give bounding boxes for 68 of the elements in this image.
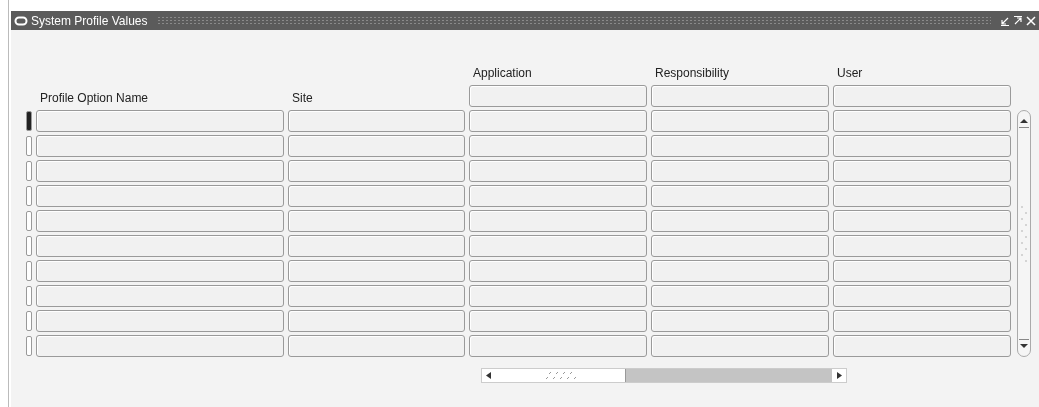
input-field[interactable] [36,335,284,357]
input-field[interactable] [833,160,1011,182]
input-field[interactable] [288,260,465,282]
input-field[interactable] [288,210,465,232]
input-field[interactable] [469,310,647,332]
column-header: Responsibility [654,65,731,82]
input-field[interactable] [833,285,1011,307]
input-field[interactable] [288,310,465,332]
input-field[interactable] [469,210,647,232]
input-field[interactable] [651,110,829,132]
input-field[interactable] [833,310,1011,332]
input-field[interactable] [469,335,647,357]
column-header: User [836,65,864,82]
scroll-grip-icon[interactable] [1021,203,1027,264]
vertical-scrollbar[interactable] [1017,110,1031,357]
column-header: Profile Option Name [39,90,150,107]
input-field[interactable] [36,285,284,307]
input-field[interactable] [36,235,284,257]
scroll-thumb[interactable] [496,369,626,382]
close-icon[interactable] [1026,15,1036,26]
input-field[interactable] [288,235,465,257]
input-field[interactable] [36,260,284,282]
input-field[interactable] [833,85,1011,107]
input-field[interactable] [651,160,829,182]
maximize-icon[interactable] [1013,15,1023,26]
input-field[interactable] [833,235,1011,257]
input-field[interactable] [469,260,647,282]
input-field[interactable] [833,260,1011,282]
input-field[interactable] [469,160,647,182]
input-field[interactable] [651,310,829,332]
input-field[interactable] [469,185,647,207]
input-field[interactable] [36,185,284,207]
input-field[interactable] [469,110,647,132]
column-header: Application [472,65,533,82]
input-field[interactable] [288,135,465,157]
input-field[interactable] [36,310,284,332]
input-field[interactable] [469,135,647,157]
input-field[interactable] [833,185,1011,207]
input-field[interactable] [651,260,829,282]
record-indicator[interactable] [26,111,32,131]
column-header: Site [291,90,314,107]
input-field[interactable] [469,285,647,307]
input-field[interactable] [651,335,829,357]
input-field[interactable] [651,210,829,232]
input-field[interactable] [288,285,465,307]
input-field[interactable] [651,135,829,157]
minimize-icon[interactable] [1000,15,1010,26]
input-field[interactable] [36,135,284,157]
input-field[interactable] [36,110,284,132]
input-field[interactable] [833,210,1011,232]
input-field[interactable] [651,185,829,207]
input-field[interactable] [469,235,647,257]
input-field[interactable] [469,85,647,107]
window-icon [14,15,28,26]
input-field[interactable] [651,235,829,257]
horizontal-scrollbar[interactable] [481,368,847,383]
input-field[interactable] [833,110,1011,132]
input-field[interactable] [288,185,465,207]
input-field[interactable] [36,160,284,182]
input-field[interactable] [651,285,829,307]
input-field[interactable] [288,160,465,182]
input-field[interactable] [288,335,465,357]
input-field[interactable] [651,85,829,107]
input-field[interactable] [36,210,284,232]
input-field[interactable] [288,110,465,132]
input-field[interactable] [833,135,1011,157]
input-field[interactable] [833,335,1011,357]
window-title: System Profile Values [31,12,148,30]
